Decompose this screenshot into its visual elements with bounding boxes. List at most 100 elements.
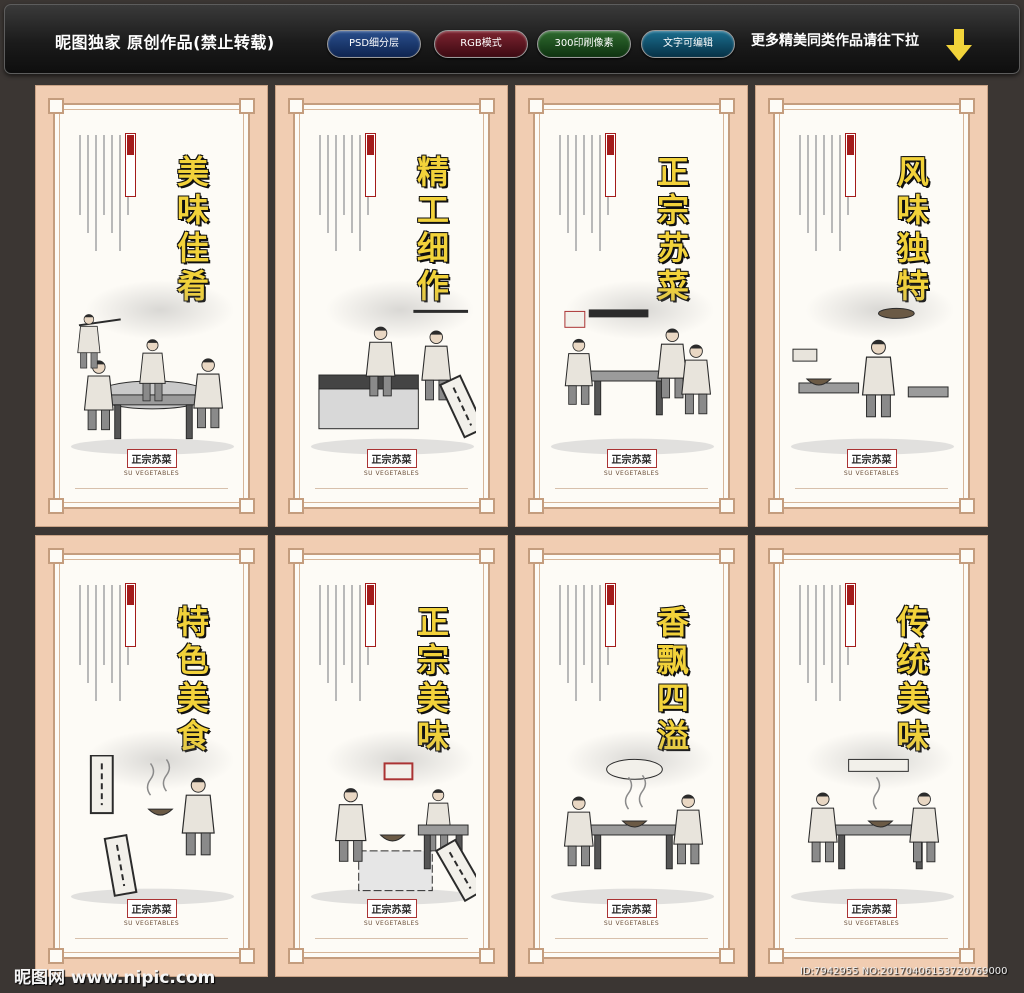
footer-divider (75, 488, 228, 489)
footer-brand: 正宗苏菜 (846, 899, 897, 918)
frame-corner (239, 98, 255, 114)
arrow-down-icon[interactable] (945, 27, 973, 63)
poster-card[interactable]: 风味独特 正宗苏菜 SU VEGETABLES (756, 86, 987, 526)
frame-corner (239, 948, 255, 964)
poster-frame: 美味佳肴 (48, 98, 255, 514)
site-watermark: 昵图网 www.nipic.com (14, 968, 216, 988)
poster-card[interactable]: 特色美食 正宗苏菜 SU VEGETABLES (36, 536, 267, 976)
frame-corner (959, 98, 975, 114)
ink-painting-illustration (790, 758, 955, 905)
frame-corner (959, 548, 975, 564)
poster-frame: 风味独特 正宗苏菜 SU VEGETABLES (768, 98, 975, 514)
frame-corner (528, 498, 544, 514)
frame-corner (239, 548, 255, 564)
footer-divider (315, 938, 468, 939)
frame-corner (959, 948, 975, 964)
footer-brand-en: SU VEGETABLES (123, 470, 180, 477)
frame-corner (768, 98, 784, 114)
footer-brand-en: SU VEGETABLES (843, 920, 900, 927)
top-toolbar: 昵图独家 原创作品(禁止转载) PSD细分层 RGB模式 300印刷像素 文字可… (4, 4, 1020, 74)
frame-corner (479, 98, 495, 114)
ink-painting-illustration (790, 307, 955, 455)
poster-footer-logo: 正宗苏菜 SU VEGETABLES (55, 898, 248, 927)
footer-brand-en: SU VEGETABLES (603, 920, 660, 927)
frame-corner (719, 98, 735, 114)
rgb-mode-button[interactable]: RGB模式 (434, 30, 528, 58)
poster-card[interactable]: 正宗美味 正宗苏菜 SU VEGETABLES (276, 536, 507, 976)
poster-frame: 特色美食 正宗苏菜 SU VEGETABLES (48, 548, 255, 964)
toolbar-title: 昵图独家 原创作品(禁止转载) (55, 33, 275, 52)
ink-painting-illustration (310, 762, 476, 905)
frame-corner (288, 498, 304, 514)
red-seal-stamp (605, 583, 616, 647)
poster-card[interactable]: 精工细作 正宗苏菜 SU VEGETABLES (276, 86, 507, 526)
poster-footer-logo: 正宗苏菜 SU VEGETABLES (535, 898, 728, 927)
footer-brand: 正宗苏菜 (846, 449, 897, 468)
ink-painting-illustration (310, 309, 476, 455)
frame-corner (528, 98, 544, 114)
poster-footer-logo: 正宗苏菜 SU VEGETABLES (55, 448, 248, 477)
red-seal-stamp (125, 133, 136, 197)
footer-brand: 正宗苏菜 (126, 899, 177, 918)
frame-corner (768, 498, 784, 514)
frame-corner (288, 548, 304, 564)
frame-corner (528, 548, 544, 564)
footer-brand-en: SU VEGETABLES (363, 470, 420, 477)
red-seal-stamp (365, 133, 376, 197)
poster-card[interactable]: 美味佳肴 (36, 86, 267, 526)
poster-card[interactable]: 正宗苏菜 正宗苏菜 SU (516, 86, 747, 526)
image-id-watermark: ID:7942955 NO:20170406153720769000 (800, 966, 1008, 977)
footer-brand: 正宗苏菜 (366, 899, 417, 918)
footer-divider (795, 938, 948, 939)
frame-corner (288, 948, 304, 964)
red-seal-stamp (365, 583, 376, 647)
poster-card[interactable]: 传统美味 正宗苏菜 SU VEGETABLES (756, 536, 987, 976)
frame-corner (528, 948, 544, 964)
frame-corner (719, 948, 735, 964)
frame-corner (479, 948, 495, 964)
frame-corner (719, 498, 735, 514)
frame-corner (479, 548, 495, 564)
ink-painting-illustration (550, 758, 715, 905)
frame-corner (48, 498, 64, 514)
frame-corner (768, 548, 784, 564)
frame-corner (479, 498, 495, 514)
poster-footer-logo: 正宗苏菜 SU VEGETABLES (775, 898, 968, 927)
footer-divider (555, 938, 708, 939)
frame-corner (719, 548, 735, 564)
footer-brand: 正宗苏菜 (606, 899, 657, 918)
footer-divider (315, 488, 468, 489)
frame-corner (959, 498, 975, 514)
poster-frame: 香飘四溢 正宗苏菜 SU VEGETABLES (528, 548, 735, 964)
footer-brand-en: SU VEGETABLES (123, 920, 180, 927)
red-seal-stamp (125, 583, 136, 647)
red-seal-stamp (845, 583, 856, 647)
footer-brand-en: SU VEGETABLES (363, 920, 420, 927)
footer-divider (795, 488, 948, 489)
footer-divider (75, 938, 228, 939)
poster-footer-logo: 正宗苏菜 SU VEGETABLES (775, 448, 968, 477)
psd-layers-button[interactable]: PSD细分层 (327, 30, 421, 58)
frame-corner (48, 98, 64, 114)
poster-footer-logo: 正宗苏菜 SU VEGETABLES (535, 448, 728, 477)
poster-frame: 正宗美味 正宗苏菜 SU VEGETABLES (288, 548, 495, 964)
frame-corner (48, 948, 64, 964)
footer-brand-en: SU VEGETABLES (843, 470, 900, 477)
footer-divider (555, 488, 708, 489)
ink-painting-illustration (70, 314, 235, 455)
frame-corner (48, 548, 64, 564)
poster-card[interactable]: 香飘四溢 正宗苏菜 SU VEGETABLES (516, 536, 747, 976)
ink-painting-illustration (70, 755, 235, 905)
poster-frame: 精工细作 正宗苏菜 SU VEGETABLES (288, 98, 495, 514)
poster-frame: 传统美味 正宗苏菜 SU VEGETABLES (768, 548, 975, 964)
red-seal-stamp (605, 133, 616, 197)
editable-text-button[interactable]: 文字可编辑 (641, 30, 735, 58)
red-seal-stamp (845, 133, 856, 197)
more-works-label[interactable]: 更多精美同类作品请往下拉 (751, 30, 919, 50)
poster-footer-logo: 正宗苏菜 SU VEGETABLES (295, 898, 488, 927)
frame-corner (288, 98, 304, 114)
poster-footer-logo: 正宗苏菜 SU VEGETABLES (295, 448, 488, 477)
print-pixels-button[interactable]: 300印刷像素 (537, 30, 631, 58)
ink-painting-illustration (550, 309, 715, 455)
footer-brand: 正宗苏菜 (366, 449, 417, 468)
